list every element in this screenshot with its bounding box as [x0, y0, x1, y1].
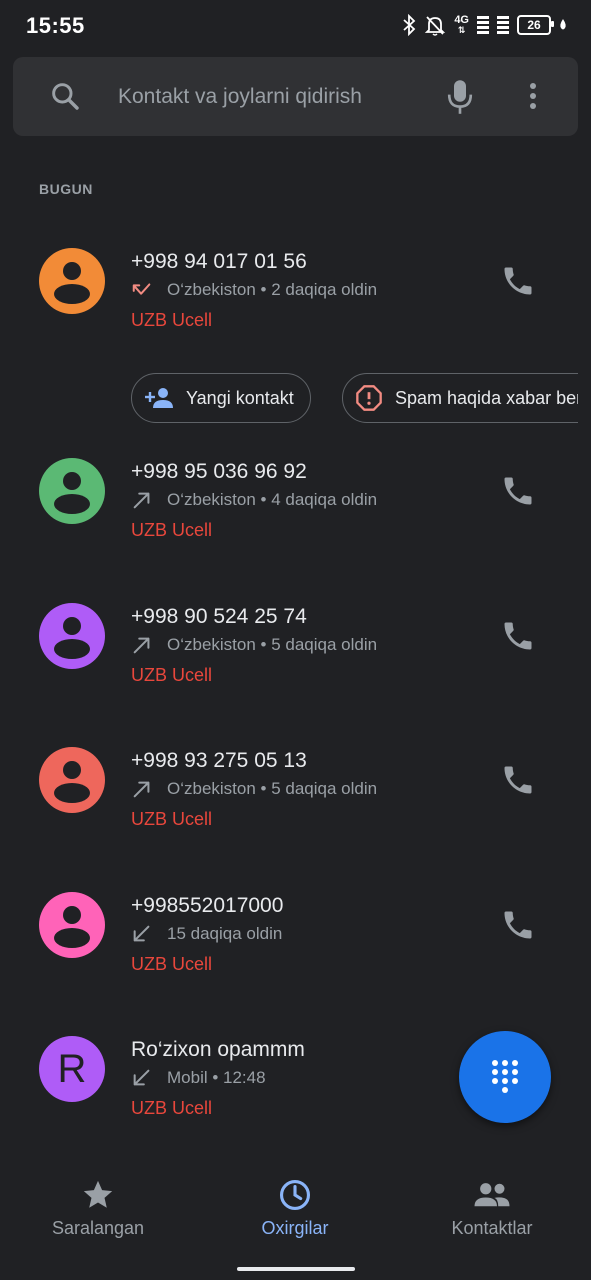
outgoing-call-arrow-icon	[133, 492, 150, 509]
phone-icon	[504, 911, 532, 939]
call-meta-text: O‘zbekiston • 5 daqiqa oldin	[167, 635, 378, 654]
report-spam-chip[interactable]: Spam haqida xabar berish	[342, 373, 578, 423]
more-vert-icon[interactable]	[527, 81, 539, 113]
nav-favorites[interactable]: Saralangan	[13, 1178, 183, 1239]
call-carrier: UZB Ucell	[131, 809, 213, 829]
search-icon[interactable]	[49, 80, 81, 112]
report-spam-label: Spam haqida xabar berish	[395, 387, 578, 408]
call-meta-text: O‘zbekiston • 4 daqiqa oldin	[167, 490, 378, 509]
mic-icon[interactable]	[445, 79, 475, 115]
status-time: 15:55	[26, 13, 85, 38]
battery-icon: 26	[517, 15, 554, 35]
add-person-icon	[145, 388, 173, 408]
person-icon	[54, 906, 90, 948]
status-icons: 4G ⇅ 26	[402, 14, 567, 36]
new-contact-label: Yangi kontakt	[186, 387, 294, 408]
dialpad-fab[interactable]	[459, 1031, 551, 1123]
phone-icon	[504, 622, 532, 650]
outgoing-call-arrow-icon	[133, 637, 150, 654]
bell-off-icon	[425, 16, 446, 36]
person-icon	[54, 472, 90, 514]
person-icon	[54, 617, 90, 659]
call-carrier: UZB Ucell	[131, 954, 213, 974]
signal-bars-icon	[497, 16, 509, 34]
people-icon	[474, 1183, 510, 1207]
call-meta: O‘zbekiston • 2 daqiqa oldin	[131, 279, 377, 301]
person-icon	[54, 761, 90, 803]
avatar[interactable]	[39, 248, 105, 314]
avatar[interactable]: R	[39, 1036, 105, 1102]
signal-bars-icon	[477, 16, 489, 34]
new-contact-chip[interactable]: Yangi kontakt	[131, 373, 311, 423]
phone-icon	[504, 267, 532, 295]
call-back-button[interactable]	[498, 616, 538, 656]
home-indicator	[237, 1267, 355, 1271]
call-number: +998 94 017 01 56	[131, 250, 307, 273]
call-meta: O‘zbekiston • 5 daqiqa oldin	[131, 778, 377, 800]
nav-recents[interactable]: Oxirgilar	[210, 1178, 380, 1239]
call-meta: O‘zbekiston • 5 daqiqa oldin	[131, 634, 377, 656]
call-meta-text: O‘zbekiston • 5 daqiqa oldin	[167, 779, 378, 798]
search-bar[interactable]	[13, 57, 578, 136]
bluetooth-icon	[403, 14, 416, 36]
call-number: +998 93 275 05 13	[131, 749, 307, 772]
call-log-item[interactable]: +998552017000 15 daqiqa oldin UZB Ucell	[0, 878, 591, 988]
dialpad-icon	[492, 1060, 518, 1093]
call-number: Ro‘zixon opammm	[131, 1038, 305, 1061]
incoming-call-arrow-icon	[133, 925, 150, 942]
call-meta-text: 15 daqiqa oldin	[167, 924, 283, 943]
avatar[interactable]	[39, 892, 105, 958]
call-log-item[interactable]: +998 95 036 96 92 O‘zbekiston • 4 daqiqa …	[0, 444, 591, 554]
search-input[interactable]	[118, 77, 428, 117]
nav-contacts[interactable]: Kontaktlar	[407, 1178, 577, 1239]
clock-icon	[279, 1179, 311, 1211]
call-carrier: UZB Ucell	[131, 665, 213, 685]
call-number: +998 90 524 25 74	[131, 605, 307, 628]
phone-icon	[504, 766, 532, 794]
call-back-button[interactable]	[498, 261, 538, 301]
signal-4g-icon: 4G ⇅	[454, 14, 469, 36]
call-meta: Mobil • 12:48	[131, 1067, 266, 1089]
missed-call-arrow-icon	[132, 283, 151, 295]
phone-icon	[504, 477, 532, 505]
call-log-item[interactable]: +998 94 017 01 56 O‘zbekiston • 2 daqiqa …	[0, 234, 591, 344]
call-meta: O‘zbekiston • 4 daqiqa oldin	[131, 489, 377, 511]
call-meta-text: O‘zbekiston • 2 daqiqa oldin	[167, 280, 378, 299]
call-carrier: UZB Ucell	[131, 310, 213, 330]
nav-contacts-label: Kontaktlar	[451, 1218, 533, 1238]
section-header-today: BUGUN	[39, 181, 93, 197]
nav-recents-label: Oxirgilar	[261, 1218, 329, 1238]
call-back-button[interactable]	[498, 760, 538, 800]
call-number: +998 95 036 96 92	[131, 460, 307, 483]
call-carrier: UZB Ucell	[131, 520, 213, 540]
call-back-button[interactable]	[498, 905, 538, 945]
star-icon	[83, 1180, 113, 1208]
avatar[interactable]	[39, 458, 105, 524]
call-meta-text: Mobil • 12:48	[167, 1068, 266, 1087]
incoming-call-arrow-icon	[133, 1069, 150, 1086]
call-log-item[interactable]: +998 93 275 05 13 O‘zbekiston • 5 daqiqa …	[0, 733, 591, 843]
network-label: 4G	[454, 14, 469, 26]
nav-favorites-label: Saralangan	[51, 1218, 145, 1238]
avatar[interactable]	[39, 603, 105, 669]
call-log-item[interactable]: +998 90 524 25 74 O‘zbekiston • 5 daqiqa …	[0, 589, 591, 699]
call-carrier: UZB Ucell	[131, 1098, 213, 1118]
battery-level: 26	[527, 18, 541, 32]
call-meta: 15 daqiqa oldin	[131, 923, 282, 945]
charging-icon	[560, 19, 566, 30]
report-icon	[356, 385, 382, 411]
call-number: +998552017000	[131, 894, 284, 917]
bottom-nav: Saralangan Oxirgilar Kontaktlar	[0, 1160, 591, 1280]
person-icon	[54, 262, 90, 304]
call-back-button[interactable]	[498, 471, 538, 511]
outgoing-call-arrow-icon	[133, 781, 150, 798]
avatar[interactable]	[39, 747, 105, 813]
spam-chip-clip: Spam haqida xabar berish	[340, 373, 578, 425]
status-bar: 15:55 4G ⇅ 26	[0, 0, 591, 52]
